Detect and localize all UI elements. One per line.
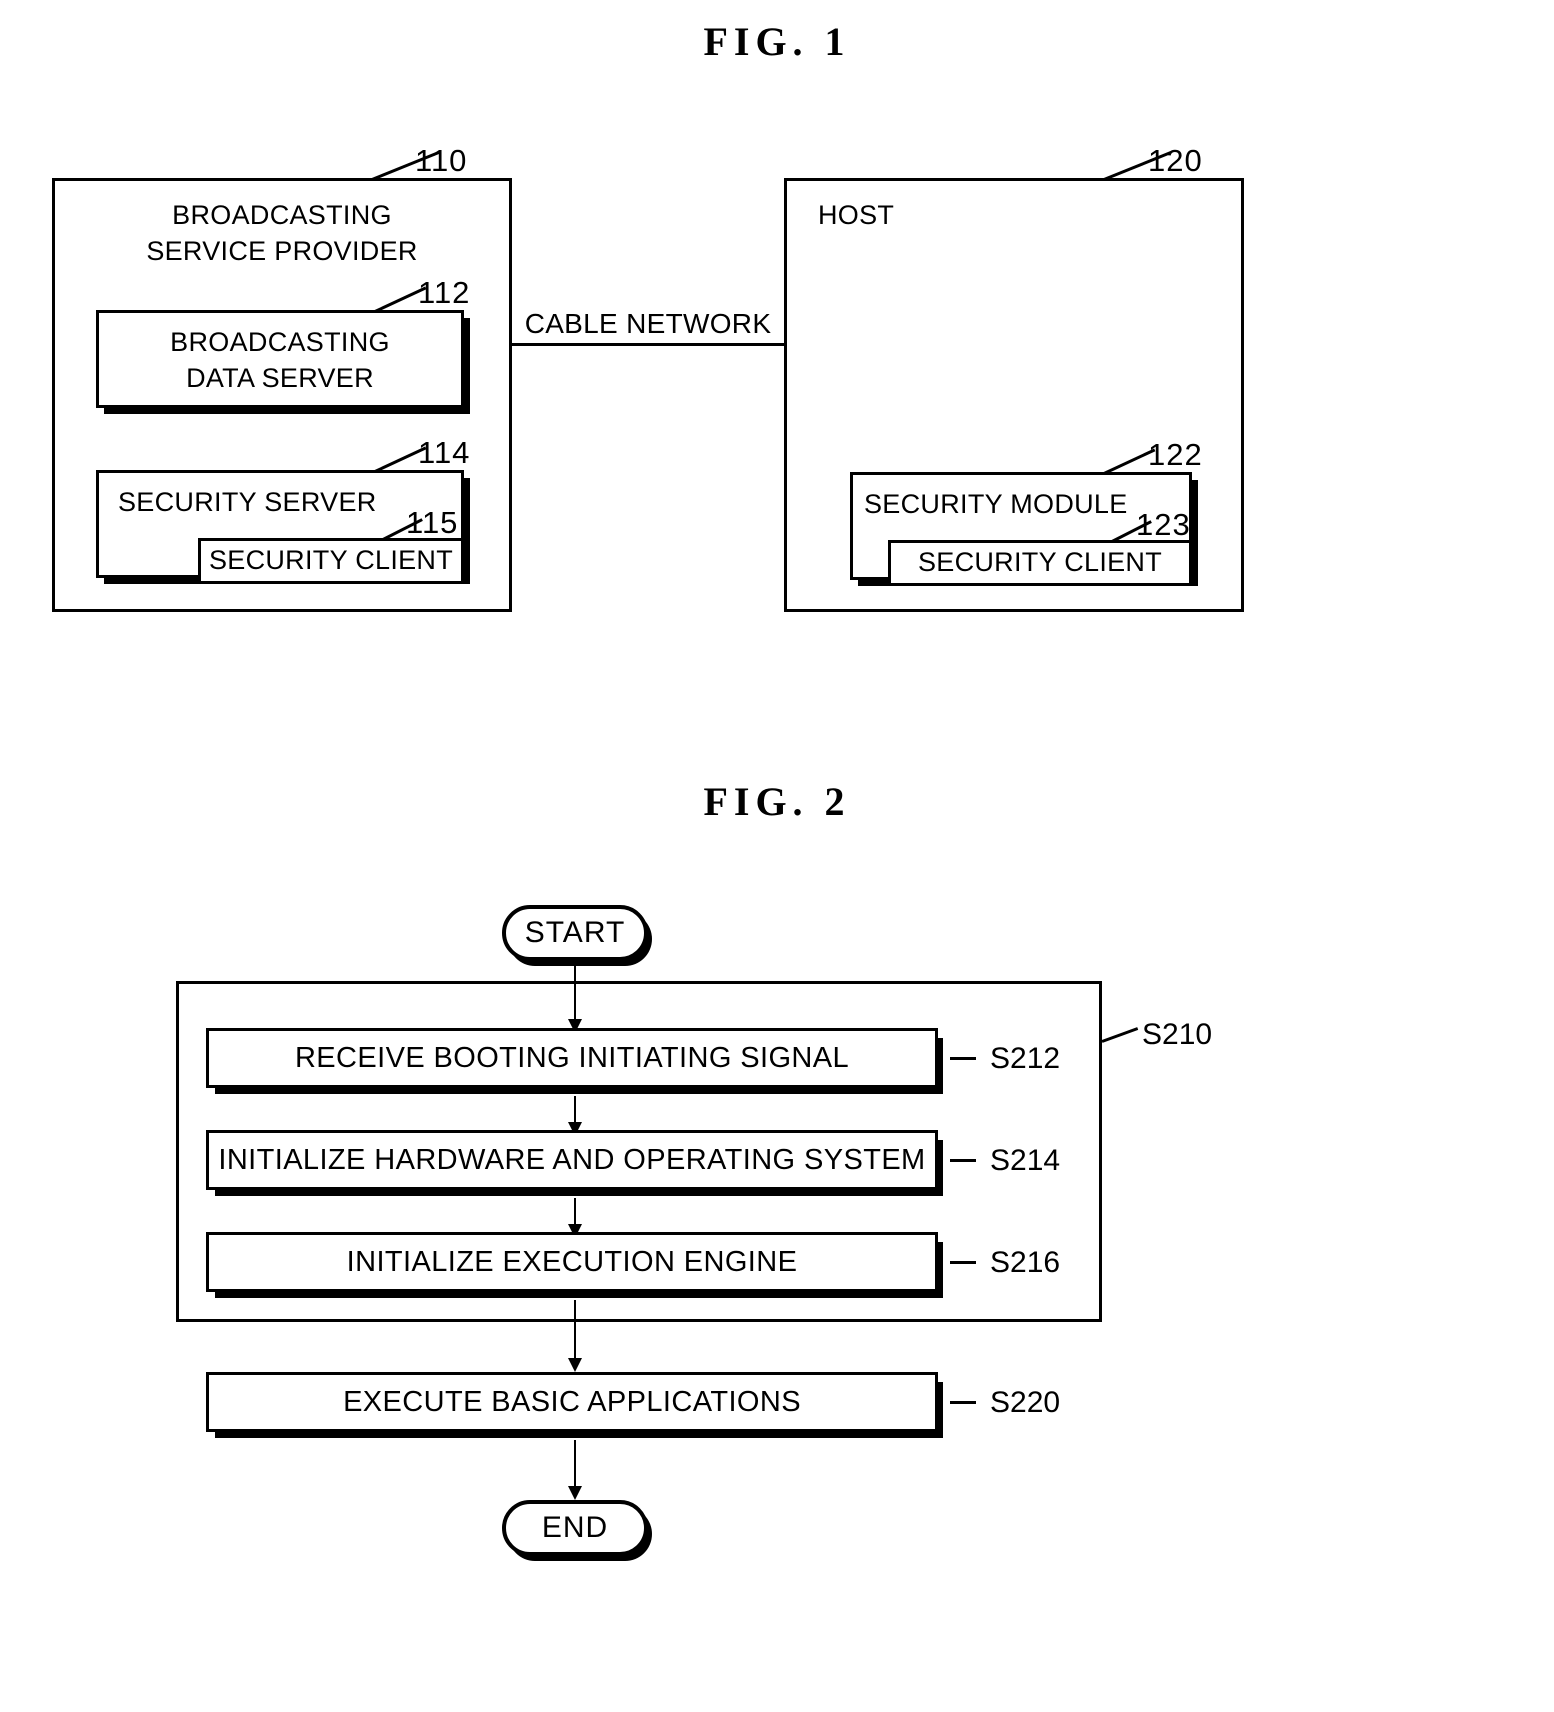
ref-s212: S212 bbox=[990, 1042, 1061, 1075]
broadcasting-data-server-box bbox=[96, 310, 464, 408]
data-server-label-line1: BROADCASTING bbox=[170, 327, 390, 357]
ref-122: 122 bbox=[1148, 437, 1203, 472]
security-client-provider-label: SECURITY CLIENT bbox=[208, 545, 454, 575]
end-terminator: END bbox=[502, 1500, 648, 1556]
ref-s214: S214 bbox=[990, 1144, 1061, 1177]
step-s212: RECEIVE BOOTING INITIATING SIGNAL bbox=[206, 1028, 938, 1088]
data-server-label-line2: DATA SERVER bbox=[186, 363, 374, 393]
arrowhead-s216-to-s220 bbox=[568, 1358, 582, 1372]
step-s216: INITIALIZE EXECUTION ENGINE bbox=[206, 1232, 938, 1292]
cable-network-label: CABLE NETWORK bbox=[524, 308, 772, 339]
ref-112: 112 bbox=[418, 275, 471, 310]
ref-110: 110 bbox=[415, 143, 468, 178]
tick-s216 bbox=[950, 1261, 976, 1264]
security-module-label: SECURITY MODULE bbox=[864, 489, 1128, 519]
ref-s216: S216 bbox=[990, 1246, 1061, 1279]
tick-s214 bbox=[950, 1159, 976, 1162]
step-s214: INITIALIZE HARDWARE AND OPERATING SYSTEM bbox=[206, 1130, 938, 1190]
provider-label-line2: SERVICE PROVIDER bbox=[146, 236, 418, 266]
step-s220: EXECUTE BASIC APPLICATIONS bbox=[206, 1372, 938, 1432]
tick-s220 bbox=[950, 1401, 976, 1404]
figure-2-title: FIG. 2 bbox=[703, 779, 851, 824]
ref-s210: S210 bbox=[1142, 1018, 1213, 1051]
arrowhead-s220-to-end bbox=[568, 1486, 582, 1500]
ref-114: 114 bbox=[418, 435, 471, 470]
figure-1-title: FIG. 1 bbox=[703, 19, 851, 64]
security-server-label: SECURITY SERVER bbox=[118, 487, 377, 517]
leader-line-s210 bbox=[1101, 1027, 1139, 1043]
ref-120: 120 bbox=[1148, 143, 1203, 178]
cable-network-line bbox=[512, 343, 784, 346]
security-client-host-label: SECURITY CLIENT bbox=[917, 547, 1163, 577]
ref-123: 123 bbox=[1136, 507, 1191, 542]
provider-label-line1: BROADCASTING bbox=[172, 200, 392, 230]
patent-figure-page: FIG. 1 110 BROADCASTING SERVICE PROVIDER… bbox=[0, 0, 1554, 1712]
tick-s212 bbox=[950, 1057, 976, 1060]
ref-115: 115 bbox=[406, 505, 459, 540]
start-terminator: START bbox=[502, 905, 648, 961]
host-label: HOST bbox=[818, 200, 895, 230]
ref-s220: S220 bbox=[990, 1386, 1061, 1419]
